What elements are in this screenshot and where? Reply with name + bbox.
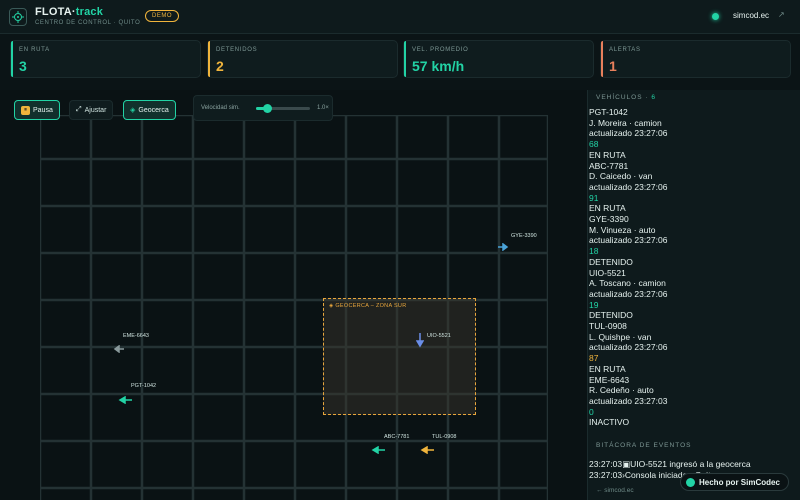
vehicle-updated: actualizado 23:27:06 — [589, 342, 668, 353]
vehicle-marker-abc-7781[interactable] — [371, 441, 385, 459]
vehicle-marker-uio-5521[interactable] — [415, 333, 425, 354]
vehicle-updated: actualizado 23:27:06 — [589, 181, 668, 192]
geofence-zone[interactable]: ◈ GEOCERCA – ZONA SUR — [323, 298, 476, 415]
geofence-zone-label: ◈ GEOCERCA – ZONA SUR — [329, 303, 407, 309]
event-log-entry: 23:27:03▣UIO-5521 ingresó a la geocerca — [589, 459, 751, 469]
vehicle-label: PGT-1042 — [131, 383, 157, 389]
vehicle-status: DETENIDO — [589, 256, 633, 267]
vehicle-label: TUL-0908 — [432, 434, 457, 440]
arrow-down-icon — [415, 333, 425, 348]
kpi-value: 1 — [609, 58, 617, 74]
kpi-value: 57 km/h — [412, 58, 465, 74]
arrow-left-icon — [113, 344, 124, 354]
site-link[interactable]: simcod.ec — [733, 11, 769, 20]
logo — [9, 8, 27, 26]
app-title: FLOTA·track — [35, 6, 104, 18]
app-subtitle: CENTRO DE CONTROL · QUITO — [35, 20, 141, 26]
vehicle-plate[interactable]: UIO-5521 — [589, 268, 789, 279]
vehicle-marker-pgt-1042[interactable] — [118, 391, 132, 409]
vehicle-marker-eme-6643[interactable] — [112, 340, 124, 358]
vehicle-driver: M. Vinueza · auto — [589, 224, 656, 235]
arrow-left-icon — [420, 445, 434, 455]
vehicle-label: ABC-7781 — [384, 434, 410, 440]
vehicle-speed: 91 — [589, 192, 599, 203]
vehicle-driver: A. Toscano · camion — [589, 278, 666, 289]
vehicle-plate[interactable]: ABC-7781 — [589, 161, 789, 172]
fleet-map[interactable] — [0, 90, 587, 500]
vehicle-label: UIO-5521 — [427, 333, 451, 339]
geofence-button[interactable]: ◈ Geocerca — [123, 100, 176, 120]
vehicle-plate[interactable]: GYE-3390 — [589, 214, 789, 225]
live-status-dot — [712, 13, 719, 20]
kpi-accent-bar — [11, 41, 13, 77]
vehicle-updated: actualizado 23:27:06 — [589, 128, 668, 139]
vehicle-status: INACTIVO — [589, 417, 630, 428]
pause-button[interactable]: ⏸ Pausa — [14, 100, 60, 120]
external-link-icon[interactable]: ↗ — [778, 10, 785, 19]
made-by-label: Hecho por SimCodec — [699, 477, 780, 487]
speed-slider[interactable] — [256, 104, 310, 113]
kpi-value: 3 — [19, 58, 27, 74]
vehicle-plate[interactable]: EME-6643 — [589, 375, 789, 386]
vehicle-driver: L. Quishpe · van — [589, 331, 652, 342]
vehicle-status: EN RUTA — [589, 363, 626, 374]
pause-label: Pausa — [33, 106, 53, 114]
pause-icon: ⏸ — [21, 105, 30, 115]
vehicle-speed: 68 — [589, 139, 599, 150]
vehicle-label: EME-6643 — [123, 333, 149, 339]
vehicle-label: GYE-3390 — [511, 233, 537, 239]
kpi-label: DETENIDOS — [216, 47, 258, 53]
vehicle-driver: J. Moreira · camion — [589, 117, 662, 128]
kpi-accent-bar — [208, 41, 210, 77]
vehicle-status: EN RUTA — [589, 203, 626, 214]
demo-badge: DEMO — [145, 10, 179, 22]
vehicle-updated: actualizado 23:27:06 — [589, 288, 668, 299]
back-link[interactable]: ← simcod.ec — [596, 487, 634, 494]
kpi-velocidad-promedio: VEL. PROMEDIO 57 km/h — [403, 40, 594, 78]
kpi-value: 2 — [216, 58, 224, 74]
vehicle-list: PGT-1042 J. Moreira · camion actualizado… — [589, 107, 789, 428]
kpi-detenidos: DETENIDOS 2 — [207, 40, 398, 78]
vehicles-sidebar: VEHÍCULOS · 6 PGT-1042 J. Moreira · cami… — [587, 90, 800, 500]
arrow-right-icon — [498, 242, 509, 252]
vehicle-speed: 87 — [589, 353, 599, 364]
arrow-left-icon — [371, 445, 385, 455]
vehicle-updated: actualizado 23:27:03 — [589, 395, 668, 406]
fit-label: Ajustar — [84, 106, 107, 114]
vehicle-marker-tul-0908[interactable] — [420, 441, 434, 459]
geofence-label: Geocerca — [138, 106, 169, 114]
vehicles-heading: VEHÍCULOS · 6 — [596, 94, 656, 101]
kpi-en-ruta: EN RUTA 3 — [10, 40, 201, 78]
vehicle-speed: 19 — [589, 299, 599, 310]
vehicle-driver: D. Caicedo · van — [589, 171, 653, 182]
vehicle-updated: actualizado 23:27:06 — [589, 235, 668, 246]
kpi-label: EN RUTA — [19, 47, 50, 53]
vehicle-speed: 18 — [589, 246, 599, 257]
speed-value: 1.0× — [317, 105, 329, 111]
vehicle-speed: 0 — [589, 406, 594, 417]
simcodec-logo-icon — [686, 478, 695, 487]
kpi-accent-bar — [601, 41, 603, 77]
vehicle-driver: R. Cedeño · auto — [589, 385, 654, 396]
arrow-left-icon — [118, 395, 132, 405]
target-icon — [12, 11, 24, 23]
kpi-label: VEL. PROMEDIO — [412, 47, 469, 53]
vehicle-marker-gye-3390[interactable] — [498, 238, 510, 256]
speed-control: Velocidad sim. 1.0× — [193, 95, 333, 121]
kpi-accent-bar — [404, 41, 406, 77]
vehicle-plate[interactable]: TUL-0908 — [589, 321, 789, 332]
event-log-heading: BITÁCORA DE EVENTOS — [596, 442, 692, 449]
fit-icon: ⤢ — [76, 106, 82, 113]
vehicle-plate[interactable]: PGT-1042 — [589, 107, 789, 118]
kpi-alertas: ALERTAS 1 — [600, 40, 791, 78]
geofence-icon: ◈ — [130, 107, 136, 114]
vehicle-status: DETENIDO — [589, 310, 633, 321]
vehicle-status: EN RUTA — [589, 149, 626, 160]
speed-label: Velocidad sim. — [201, 105, 240, 111]
speed-slider-thumb[interactable] — [262, 104, 272, 113]
made-by-badge[interactable]: Hecho por SimCodec — [680, 473, 789, 491]
app-header: FLOTA·track CENTRO DE CONTROL · QUITO DE… — [0, 0, 800, 34]
fit-button[interactable]: ⤢ Ajustar — [69, 100, 114, 120]
kpi-label: ALERTAS — [609, 47, 641, 53]
